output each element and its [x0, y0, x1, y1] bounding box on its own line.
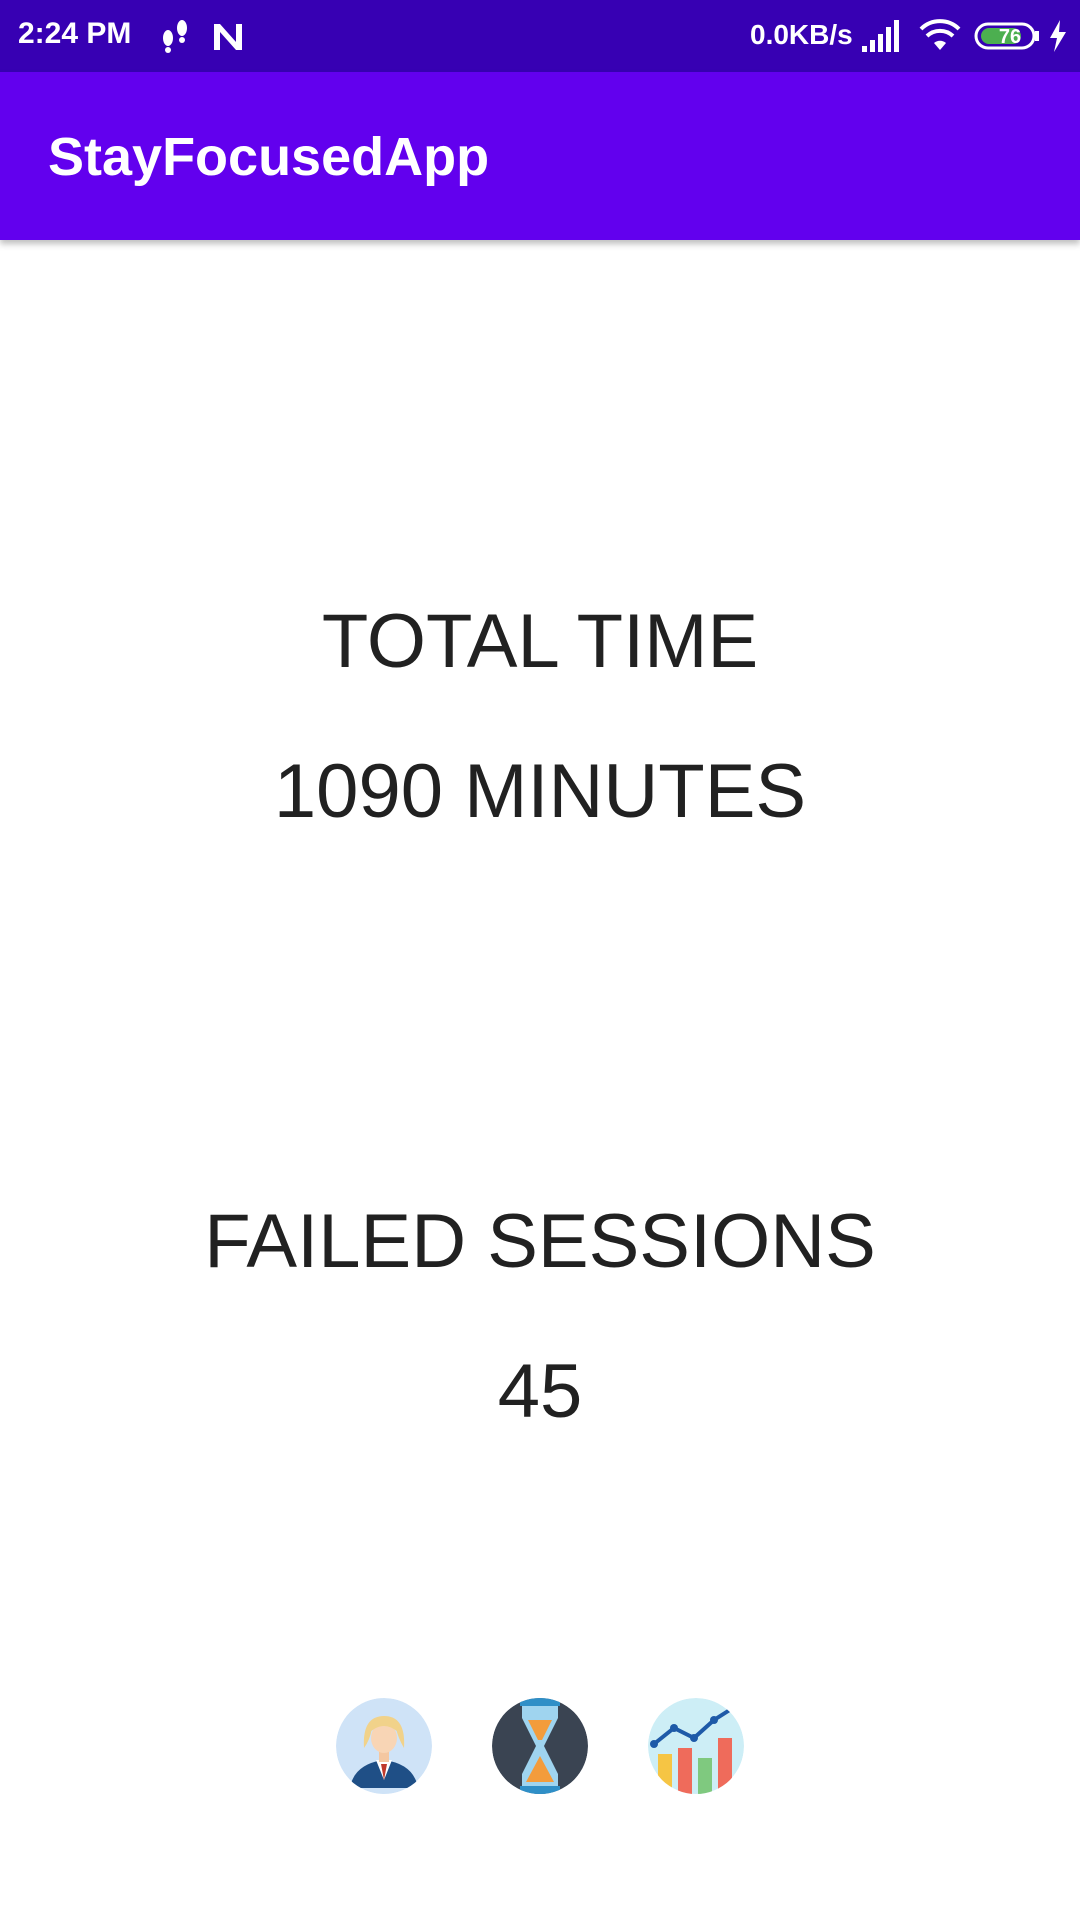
status-time: 2:24 PM: [18, 17, 132, 50]
total-time-label: TOTAL TIME: [321, 599, 759, 684]
n-notification-icon: [210, 18, 246, 59]
signal-icon: [860, 18, 904, 59]
app-title: StayFocusedApp: [48, 127, 490, 187]
app-bar: StayFocusedApp: [0, 72, 1080, 240]
failed-sessions-value: 45: [497, 1349, 583, 1434]
statistics-chart-icon[interactable]: [648, 1698, 744, 1794]
status-bar: 2:24 PM 0.0KB/s 76: [0, 0, 1080, 72]
wifi-icon: [918, 18, 962, 59]
profile-icon[interactable]: [336, 1698, 432, 1794]
steps-icon: [158, 18, 192, 59]
hourglass-timer-icon[interactable]: [492, 1698, 588, 1794]
failed-sessions-label: FAILED SESSIONS: [204, 1199, 876, 1284]
charging-icon: [1046, 18, 1070, 59]
network-speed: 0.0KB/s: [750, 19, 853, 50]
total-time-value: 1090 MINUTES: [273, 749, 807, 834]
battery-level: 76: [998, 26, 1022, 48]
